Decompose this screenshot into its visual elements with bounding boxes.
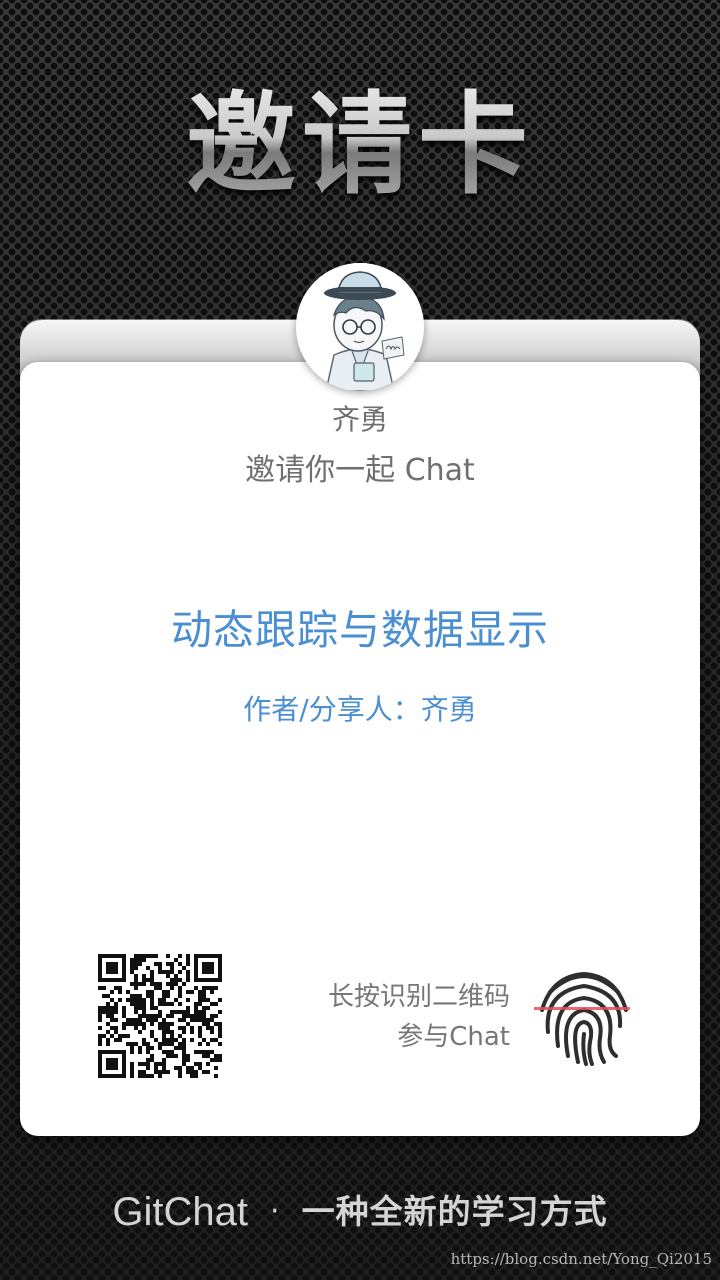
scan-hint-line1: 长按识别二维码 bbox=[327, 982, 510, 1012]
fingerprint-button[interactable] bbox=[532, 962, 636, 1066]
avatar-illustration-icon bbox=[296, 263, 424, 391]
fingerprint-icon bbox=[534, 971, 630, 1066]
scan-hint-line2: 参与Chat bbox=[397, 1022, 510, 1052]
inviter-name: 齐勇 bbox=[331, 403, 388, 436]
footer-separator: · bbox=[270, 1194, 280, 1229]
footer: GitChat · 一种全新的学习方式 bbox=[0, 1186, 720, 1242]
chat-title: 动态跟踪与数据显示 bbox=[171, 606, 549, 654]
qr-code-icon bbox=[96, 952, 224, 1080]
author-line: 作者/分享人：齐勇 bbox=[243, 693, 477, 726]
footer-brand: GitChat bbox=[112, 1190, 249, 1234]
footer-slogan: 一种全新的学习方式 bbox=[301, 1192, 608, 1231]
fingerprint-scan-line bbox=[534, 1007, 630, 1010]
page-title: 邀请卡 bbox=[0, 70, 720, 220]
invite-text: 邀请你一起 Chat bbox=[245, 453, 475, 488]
avatar bbox=[296, 263, 424, 391]
qr-code[interactable] bbox=[96, 952, 224, 1080]
watermark-url: https://blog.csdn.net/Yong_Qi2015 bbox=[450, 1250, 712, 1268]
